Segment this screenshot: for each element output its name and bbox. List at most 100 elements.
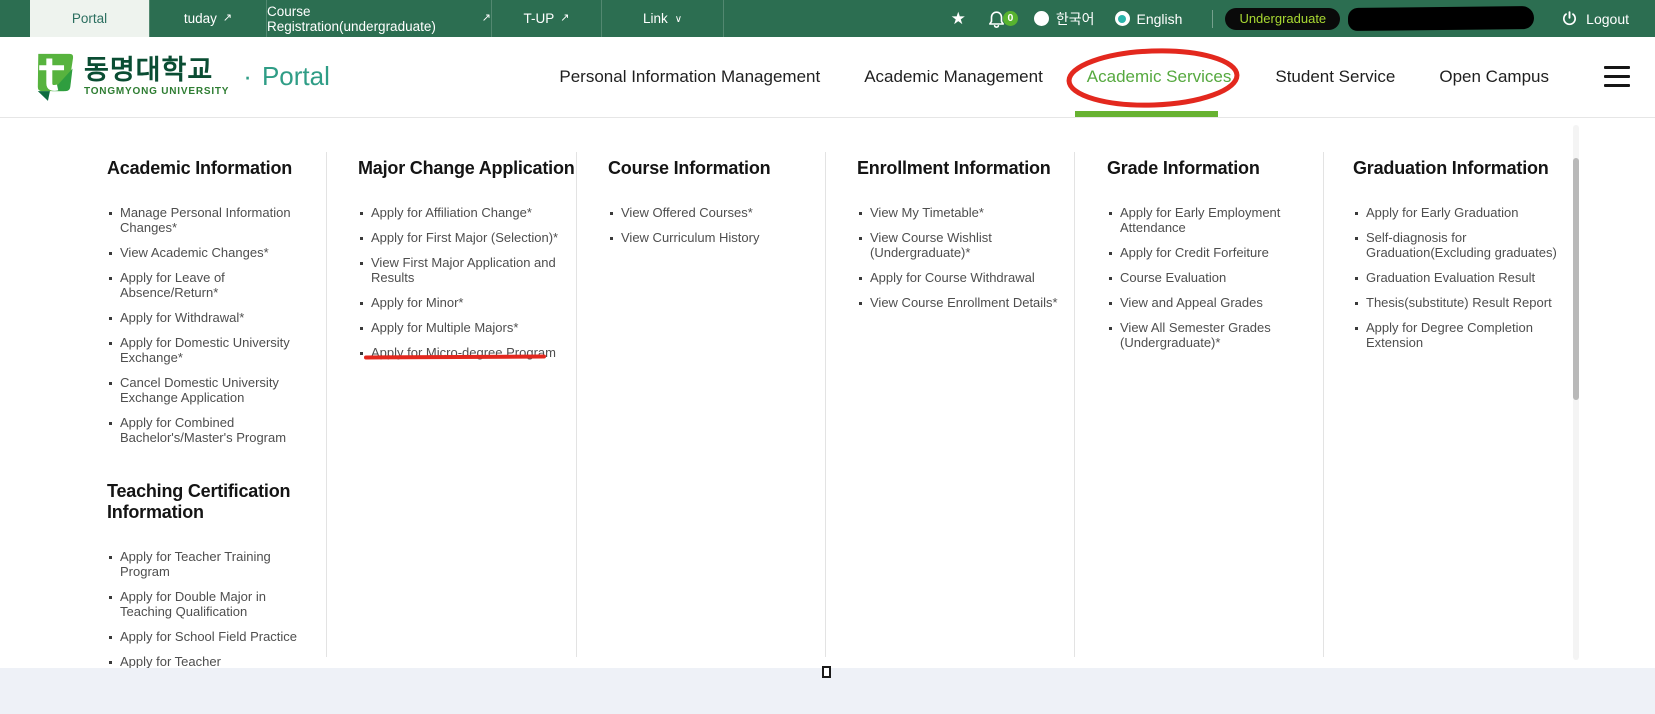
- bullet-icon: [1109, 212, 1112, 215]
- nav-academic-management[interactable]: Academic Management: [864, 67, 1043, 87]
- menu-section-graduation-information: Graduation InformationApply for Early Gr…: [1353, 158, 1563, 350]
- menu-item-apply-for-degree-completion-extension[interactable]: Apply for Degree Completion Extension: [1353, 320, 1563, 350]
- column-separator: [825, 152, 826, 657]
- menu-item-list: Apply for Early Graduation Self-diagnosis…: [1353, 205, 1563, 350]
- topbar-tabs: Portal tuday↗Course Registration(undergra…: [30, 0, 724, 37]
- menu-item-view-academic-changes[interactable]: View Academic Changes*: [107, 245, 317, 260]
- bullet-icon: [1109, 277, 1112, 280]
- topbar-tab-link[interactable]: Link∨: [601, 0, 724, 37]
- menu-item-apply-for-withdrawal[interactable]: Apply for Withdrawal*: [107, 310, 317, 325]
- notifications-button[interactable]: 0: [988, 9, 1014, 29]
- language-label: English: [1137, 11, 1183, 27]
- menu-item-view-course-enrollment-details[interactable]: View Course Enrollment Details*: [857, 295, 1067, 310]
- menu-item-view-first-major-application-and-results[interactable]: View First Major Application and Results: [358, 255, 568, 285]
- menu-item-view-my-timetable[interactable]: View My Timetable*: [857, 205, 1067, 220]
- logo-text: 동명대학교 TONGMYONG UNIVERSITY: [84, 56, 229, 97]
- menu-item-label: View Offered Courses*: [621, 205, 753, 220]
- menu-item-apply-for-leave-of-absence-return[interactable]: Apply for Leave of Absence/Return*: [107, 270, 317, 300]
- menu-item-label: Apply for Credit Forfeiture: [1120, 245, 1269, 260]
- bullet-icon: [1355, 327, 1358, 330]
- topbar-tab-portal[interactable]: Portal: [30, 0, 149, 37]
- menu-item-apply-for-teacher[interactable]: Apply for Teacher: [107, 654, 317, 668]
- nav-student-service[interactable]: Student Service: [1275, 67, 1395, 87]
- logo[interactable]: 동명대학교 TONGMYONG UNIVERSITY · Portal: [30, 50, 330, 102]
- menu-section-grade-information: Grade InformationApply for Early Employm…: [1107, 158, 1317, 350]
- menu-item-thesis-substitute-result-report[interactable]: Thesis(substitute) Result Report: [1353, 295, 1563, 310]
- menu-item-apply-for-teacher-training-program[interactable]: Apply for Teacher Training Program: [107, 549, 317, 579]
- column-separator: [1074, 152, 1075, 657]
- nav-academic-services[interactable]: Academic Services: [1087, 67, 1232, 87]
- menu-item-apply-for-early-graduation[interactable]: Apply for Early Graduation: [1353, 205, 1563, 220]
- topbar-tab-course-registration-undergraduate[interactable]: Course Registration(undergraduate)↗: [266, 0, 491, 37]
- menu-item-label: View My Timetable*: [870, 205, 984, 220]
- menu-item-view-all-semester-grades-undergraduate[interactable]: View All Semester Grades (Undergraduate)…: [1107, 320, 1317, 350]
- university-logo-icon: [30, 50, 76, 102]
- external-link-icon: ↗: [223, 11, 232, 24]
- menu-item-self-diagnosis-for-graduation-excluding-graduates[interactable]: Self-diagnosis for Graduation(Excluding …: [1353, 230, 1563, 260]
- menu-item-apply-for-first-major-selection[interactable]: Apply for First Major (Selection)*: [358, 230, 568, 245]
- menu-item-apply-for-micro-degree-program[interactable]: Apply for Micro-degree Program: [358, 345, 568, 360]
- menu-item-apply-for-minor[interactable]: Apply for Minor*: [358, 295, 568, 310]
- menu-item-apply-for-early-employment-attendance[interactable]: Apply for Early Employment Attendance: [1107, 205, 1317, 235]
- topbar-tab-t-up[interactable]: T-UP↗: [491, 0, 601, 37]
- topbar-tab-tuday[interactable]: tuday↗: [149, 0, 266, 37]
- menu-item-label: Apply for Degree Completion Extension: [1366, 320, 1533, 350]
- menu-item-apply-for-affiliation-change[interactable]: Apply for Affiliation Change*: [358, 205, 568, 220]
- menu-item-view-and-appeal-grades[interactable]: View and Appeal Grades: [1107, 295, 1317, 310]
- menu-item-label: View Course Wishlist (Undergraduate)*: [870, 230, 992, 260]
- bullet-icon: [109, 277, 112, 280]
- redacted-username: [1348, 6, 1534, 31]
- logo-separator-dot: ·: [243, 61, 252, 92]
- menu-item-cancel-domestic-university-exchange-application[interactable]: Cancel Domestic University Exchange Appl…: [107, 375, 317, 405]
- menu-column-grade-information: Grade InformationApply for Early Employm…: [1107, 158, 1317, 360]
- active-nav-underline: [1075, 111, 1218, 117]
- menu-item-apply-for-course-withdrawal[interactable]: Apply for Course Withdrawal: [857, 270, 1067, 285]
- menu-section-enrollment-information: Enrollment InformationView My Timetable*…: [857, 158, 1067, 310]
- menu-item-label: View First Major Application and Results: [371, 255, 556, 285]
- menu-item-graduation-evaluation-result[interactable]: Graduation Evaluation Result: [1353, 270, 1563, 285]
- bullet-icon: [109, 661, 112, 664]
- menu-item-manage-personal-information-changes[interactable]: Manage Personal Information Changes*: [107, 205, 317, 235]
- power-icon: [1561, 10, 1578, 27]
- language-option-english[interactable]: English: [1115, 11, 1183, 27]
- menu-section-title: Enrollment Information: [857, 158, 1097, 179]
- favorites-star-icon[interactable]: ★: [951, 10, 966, 27]
- menu-item-label: View Course Enrollment Details*: [870, 295, 1058, 310]
- bullet-icon: [360, 262, 363, 265]
- menu-column-course-information: Course InformationView Offered Courses*V…: [608, 158, 818, 255]
- nav-personal-information-management[interactable]: Personal Information Management: [559, 67, 820, 87]
- menu-item-apply-for-double-major-in-teaching-qualification[interactable]: Apply for Double Major in Teaching Quali…: [107, 589, 317, 619]
- nav-open-campus[interactable]: Open Campus: [1439, 67, 1549, 87]
- menu-item-label: Apply for Micro-degree Program: [371, 345, 556, 360]
- menu-item-apply-for-school-field-practice[interactable]: Apply for School Field Practice: [107, 629, 317, 644]
- tab-label: Course Registration(undergraduate): [267, 4, 476, 34]
- tab-label: Portal: [72, 11, 107, 26]
- logout-button[interactable]: Logout: [1561, 10, 1629, 27]
- menu-item-view-curriculum-history[interactable]: View Curriculum History: [608, 230, 818, 245]
- notification-count-badge: 0: [1003, 11, 1018, 26]
- language-label: 한국어: [1056, 9, 1095, 29]
- menu-section-course-information: Course InformationView Offered Courses*V…: [608, 158, 818, 245]
- bullet-icon: [859, 237, 862, 240]
- column-separator: [576, 152, 577, 657]
- radio-icon: [1034, 11, 1049, 26]
- bullet-icon: [859, 302, 862, 305]
- menu-item-apply-for-credit-forfeiture[interactable]: Apply for Credit Forfeiture: [1107, 245, 1317, 260]
- bullet-icon: [1355, 277, 1358, 280]
- scrollbar-thumb[interactable]: [1573, 158, 1579, 400]
- menu-item-list: View Offered Courses* View Curriculum His…: [608, 205, 818, 245]
- language-option-[interactable]: 한국어: [1034, 9, 1095, 29]
- menu-item-apply-for-domestic-university-exchange[interactable]: Apply for Domestic University Exchange*: [107, 335, 317, 365]
- menu-item-view-course-wishlist-undergraduate[interactable]: View Course Wishlist (Undergraduate)*: [857, 230, 1067, 260]
- menu-item-label: Apply for Course Withdrawal: [870, 270, 1035, 285]
- menu-item-apply-for-combined-bachelor-s-master-s-program[interactable]: Apply for Combined Bachelor's/Master's P…: [107, 415, 317, 445]
- menu-column-enrollment-information: Enrollment InformationView My Timetable*…: [857, 158, 1067, 320]
- menu-item-apply-for-multiple-majors[interactable]: Apply for Multiple Majors*: [358, 320, 568, 335]
- menu-item-view-offered-courses[interactable]: View Offered Courses*: [608, 205, 818, 220]
- hamburger-menu-icon[interactable]: [1604, 66, 1630, 87]
- menu-section-title: Academic Information: [107, 158, 347, 179]
- column-separator: [1323, 152, 1324, 657]
- menu-item-course-evaluation[interactable]: Course Evaluation: [1107, 270, 1317, 285]
- bullet-icon: [1355, 237, 1358, 240]
- menu-item-label: Manage Personal Information Changes*: [120, 205, 291, 235]
